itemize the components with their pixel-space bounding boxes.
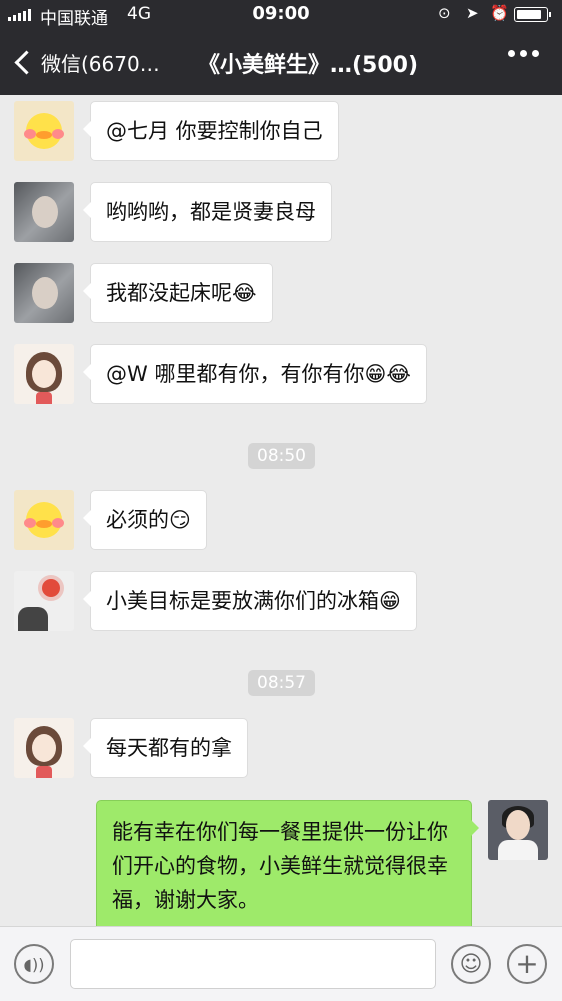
message-bubble[interactable]: @W 哪里都有你，有你有你😁😂 (83, 344, 427, 404)
message-text: 哟哟哟，都是贤妻良母 (106, 200, 316, 224)
chevron-left-icon (14, 49, 39, 75)
emoji-button[interactable]: ☺ (451, 944, 491, 984)
dot-icon (508, 50, 515, 57)
timestamp: 08:57 (248, 670, 315, 696)
avatar-photo[interactable] (14, 182, 74, 242)
my-message-row: 能有幸在你们每一餐里提供一份让你们开心的食物，小美鲜生就觉得很幸福，谢谢大家。 (96, 800, 548, 932)
message-row: @W 哪里都有你，有你有你😁😂 (14, 344, 427, 404)
plus-icon: + (515, 947, 539, 980)
laugh-cry-emoji-icon: 😂 (232, 281, 257, 305)
avatar-girl[interactable] (14, 344, 74, 404)
my-avatar[interactable] (488, 800, 548, 860)
voice-toggle-icon: ◖)) (23, 954, 45, 974)
my-message-text: 能有幸在你们每一餐里提供一份让你们开心的食物，小美鲜生就觉得很幸福，谢谢大家。 (112, 820, 448, 912)
chat-title: 《小美鲜生》…(500) (198, 53, 419, 78)
more-options-button[interactable] (508, 50, 539, 57)
avatar-duck[interactable] (14, 101, 74, 161)
message-text: @W 哪里都有你，有你有你 (106, 362, 365, 386)
back-button[interactable]: 微信(6670… (12, 45, 160, 79)
avatar-sun-drawing[interactable] (14, 571, 74, 631)
message-row: 必须的😏 (14, 490, 207, 550)
alarm-icon: ⏰ (490, 4, 509, 22)
battery-icon (514, 7, 551, 22)
input-bar: ◖)) ☺ + (0, 926, 562, 1001)
location-icon: ➤ (466, 4, 479, 22)
message-input[interactable] (70, 939, 436, 989)
emoji-icon: ☺ (459, 951, 483, 977)
message-row: @七月 你要控制你自己 (14, 101, 339, 161)
message-row: 我都没起床呢😂 (14, 263, 273, 323)
message-text: 必须的 (106, 508, 169, 532)
message-bubble[interactable]: 哟哟哟，都是贤妻良母 (83, 182, 332, 242)
message-text: 小美目标是要放满你们的冰箱 (106, 589, 379, 613)
message-bubble[interactable]: 必须的😏 (83, 490, 207, 550)
message-text: 我都没起床呢 (106, 281, 232, 305)
dot-icon (520, 50, 527, 57)
top-bar: 中国联通 4G 09:00 ⊙ ➤ ⏰ 微信(6670… 《小美鲜生》…(500… (0, 0, 562, 95)
my-message-bubble[interactable]: 能有幸在你们每一餐里提供一份让你们开心的食物，小美鲜生就觉得很幸福，谢谢大家。 (96, 800, 479, 932)
more-actions-button[interactable]: + (507, 944, 547, 984)
back-label: 微信(6670… (41, 51, 160, 76)
message-row: 哟哟哟，都是贤妻良母 (14, 182, 332, 242)
dot-icon (532, 50, 539, 57)
message-bubble[interactable]: 小美目标是要放满你们的冰箱😁 (83, 571, 417, 631)
message-row: 每天都有的拿 (14, 718, 248, 778)
avatar-photo[interactable] (14, 263, 74, 323)
message-text: @七月 你要控制你自己 (106, 119, 323, 143)
voice-toggle-button[interactable]: ◖)) (14, 944, 54, 984)
smirk-emoji-icon: 😏 (169, 508, 191, 532)
message-bubble[interactable]: @七月 你要控制你自己 (83, 101, 339, 161)
nav-bar: 微信(6670… 《小美鲜生》…(500) (0, 30, 562, 95)
status-bar: 中国联通 4G 09:00 ⊙ ➤ ⏰ (0, 0, 562, 30)
grin-emoji-icon: 😁 (379, 589, 401, 613)
message-text: 每天都有的拿 (106, 736, 232, 760)
rotation-lock-icon: ⊙ (438, 4, 451, 22)
avatar-duck[interactable] (14, 490, 74, 550)
grin-laugh-emoji-icon: 😁😂 (364, 362, 411, 386)
message-bubble[interactable]: 我都没起床呢😂 (83, 263, 273, 323)
message-bubble[interactable]: 每天都有的拿 (83, 718, 248, 778)
message-row: 小美目标是要放满你们的冰箱😁 (14, 571, 417, 631)
avatar-girl[interactable] (14, 718, 74, 778)
timestamp: 08:50 (248, 443, 315, 469)
